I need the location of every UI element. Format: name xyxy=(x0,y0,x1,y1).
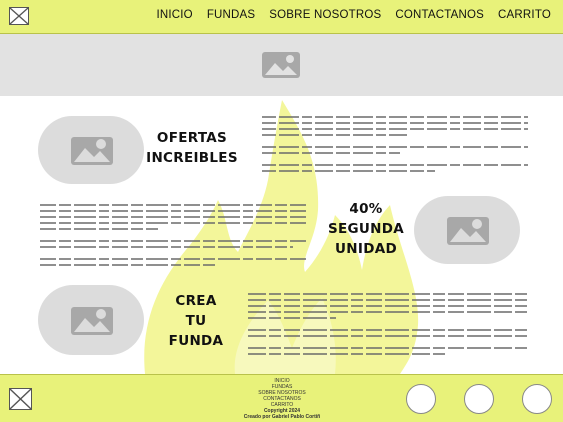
segunda-line-1: 40% xyxy=(349,201,383,217)
social-circle-icon-3[interactable] xyxy=(522,384,552,414)
image-placeholder-icon xyxy=(262,52,300,78)
ofertas-text-block xyxy=(262,116,528,172)
nav-fundas[interactable]: FUNDAS xyxy=(207,9,255,21)
crea-line-3: FUNDA xyxy=(168,333,224,349)
crea-image xyxy=(38,285,144,355)
social-circle-icon-2[interactable] xyxy=(464,384,494,414)
image-placeholder-icon xyxy=(71,307,113,335)
hero-banner xyxy=(0,34,563,96)
footer-logo-icon[interactable] xyxy=(9,388,32,410)
ofertas-line-1: OFERTAS xyxy=(156,130,228,146)
crea-line-2: TU xyxy=(185,313,207,329)
ofertas-headline: OFERTAS INCREIBLES xyxy=(144,128,240,168)
crea-headline: CREA TU FUNDA xyxy=(148,291,244,351)
image-placeholder-icon xyxy=(71,137,113,165)
nav-carrito[interactable]: CARRITO xyxy=(498,9,551,21)
nav-sobre-nosotros[interactable]: SOBRE NOSOTROS xyxy=(269,9,381,21)
social-circle-icon-1[interactable] xyxy=(406,384,436,414)
segunda-image xyxy=(414,196,520,264)
image-placeholder-icon xyxy=(447,217,489,245)
header: INICIO FUNDAS SOBRE NOSOTROS CONTACTANOS… xyxy=(0,0,563,34)
nav-inicio[interactable]: INICIO xyxy=(156,9,192,21)
footer: INICIO FUNDAS SOBRE NOSOTROS CONTACTANOS… xyxy=(0,374,563,422)
footer-credit: Creado por Gabriel Pablo Cortiñ xyxy=(243,414,321,420)
footer-links: INICIO FUNDAS SOBRE NOSOTROS CONTACTANOS… xyxy=(232,378,332,420)
ofertas-image xyxy=(38,116,144,184)
ofertas-line-2: INCREIBLES xyxy=(146,150,238,166)
segunda-line-3: UNIDAD xyxy=(335,241,397,257)
main-nav: INICIO FUNDAS SOBRE NOSOTROS CONTACTANOS… xyxy=(156,9,551,21)
segunda-line-2: SEGUNDA xyxy=(327,221,405,237)
crea-text-block xyxy=(248,293,528,355)
crea-line-1: CREA xyxy=(175,293,217,309)
segunda-headline: 40% SEGUNDA UNIDAD xyxy=(318,199,414,259)
nav-contactanos[interactable]: CONTACTANOS xyxy=(395,9,484,21)
logo-icon[interactable] xyxy=(9,7,29,25)
segunda-text-block xyxy=(40,204,306,266)
